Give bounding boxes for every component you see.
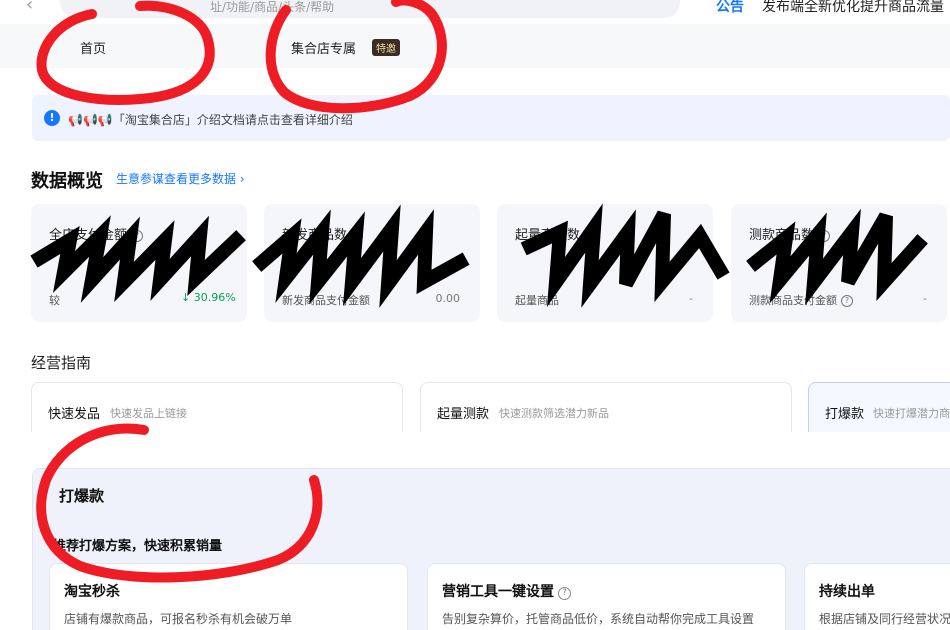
guide-card-name: 打爆款 [825, 407, 865, 422]
search-placeholder: 址/功能/商品/头条/帮助 [210, 0, 335, 14]
guide-title: 经营指南 [31, 354, 92, 372]
top-bar: ‹ 址/功能/商品/头条/帮助 公告 发布端全新优化提升商品流量 [0, 0, 950, 20]
metric-sub-label: 新发商品支付金额 [282, 294, 370, 307]
help-icon[interactable]: ? [584, 230, 597, 242]
help-icon[interactable]: ? [818, 230, 831, 242]
guide-card-name: 起量测款 [437, 407, 490, 422]
metric-sub-value: - [923, 292, 927, 305]
metric-card-test-products[interactable]: 测款商品数? 测款商品支付金额? - [731, 204, 947, 322]
guide-card-name: 快速发品 [48, 407, 101, 422]
tool-desc: 告别复杂算价，托管商品低价，系统自动帮你完成工具设置 [442, 612, 755, 626]
guide-card-desc: 快速测款筛选潜力新品 [499, 407, 609, 420]
help-icon[interactable]: ? [131, 230, 144, 242]
announcement-link[interactable]: 发布端全新优化提升商品流量 [762, 0, 944, 16]
metric-card-total-payment[interactable]: 全店支付金额? 较 ↓ 30.96% [31, 204, 247, 322]
tab-home[interactable]: 首页 [80, 38, 106, 57]
help-icon[interactable]: ? [841, 295, 853, 307]
tool-card-flash-sale[interactable]: 淘宝秒杀 店铺有爆款商品，可报名秒杀有机会破万单 [49, 563, 408, 630]
tab-store-exclusive[interactable]: 集合店专属 [291, 38, 356, 57]
metric-card-new-products[interactable]: 新发商品数? 新发商品支付金额 0.00 [264, 204, 480, 322]
metric-sub-label: 测款商品支付金额 [749, 294, 837, 307]
metric-sub-value: 0.00 [435, 292, 461, 305]
metric-label: 测款商品数 [749, 228, 815, 243]
data-overview-title: 数据概览 [31, 171, 103, 192]
guide-card-hot-item[interactable]: 打爆款 快速打爆潜力商 [808, 382, 950, 432]
tool-card-marketing-setup[interactable]: 营销工具一键设置? 告别复杂算价，托管商品低价，系统自动帮你完成工具设置 [427, 563, 786, 630]
panel-title: 打爆款 [59, 487, 105, 505]
help-icon[interactable]: ? [351, 230, 364, 242]
chevron-left-icon[interactable]: ‹ [26, 0, 33, 15]
announcement-tag: 公告 [716, 0, 744, 15]
notice-text[interactable]: 📢📢📢「淘宝集合店」介绍文档请点击查看详细介绍 [68, 111, 353, 128]
notice-banner[interactable]: ! 📢📢📢「淘宝集合店」介绍文档请点击查看详细介绍 [32, 95, 950, 141]
tool-desc: 根据店铺及同行经营状况 [819, 612, 950, 626]
search-input[interactable]: 址/功能/商品/头条/帮助 [60, 0, 680, 18]
tool-name: 持续出单 [819, 584, 875, 600]
tool-name: 淘宝秒杀 [64, 584, 120, 600]
guide-card-ramp-test[interactable]: 起量测款 快速测款筛选潜力新品 [420, 382, 792, 432]
metric-label: 新发商品数 [282, 228, 348, 243]
panel-subtitle: 推荐打爆方案，快速积累销量 [53, 539, 223, 554]
guide-card-desc: 快速打爆潜力商 [873, 407, 950, 420]
metric-growth: ↓ 30.96% [181, 291, 236, 304]
tab-bar: 首页 集合店专属 [0, 24, 950, 68]
metric-label: 全店支付金额 [49, 228, 128, 243]
guide-card-desc: 快速发品上链接 [110, 407, 187, 420]
business-advisor-link[interactable]: 生意参谋查看更多数据 › [116, 170, 245, 187]
metric-label: 起量商品数 [515, 228, 581, 243]
metric-sub-value: - [689, 292, 693, 305]
metric-sub-label: 较 [49, 294, 60, 307]
metric-sub-label: 起量商品 [515, 294, 559, 307]
guide-card-quick-publish[interactable]: 快速发品 快速发品上链接 [31, 382, 403, 432]
invite-badge: 特邀 [372, 39, 400, 56]
tool-name: 营销工具一键设置 [442, 584, 554, 600]
tool-card-continuous-orders[interactable]: 持续出单 根据店铺及同行经营状况 [804, 563, 950, 630]
tool-desc: 店铺有爆款商品，可报名秒杀有机会破万单 [64, 612, 293, 626]
info-icon: ! [44, 110, 60, 126]
metric-card-ramping-products[interactable]: 起量商品数? 起量商品 - [497, 204, 713, 322]
help-icon[interactable]: ? [558, 587, 571, 600]
